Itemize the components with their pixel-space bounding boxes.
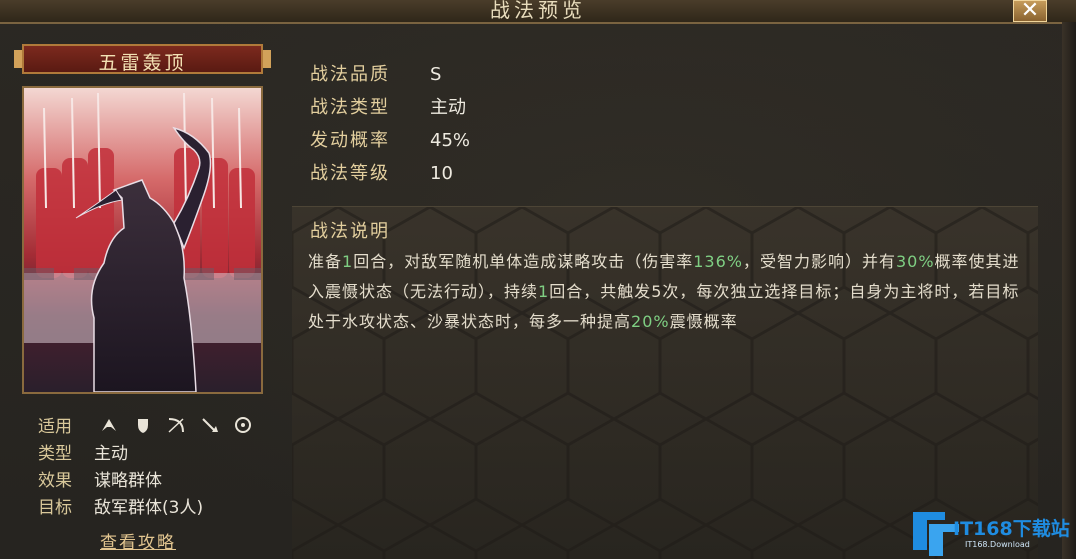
description-text: 准备1回合，对敌军随机单体造成谋略攻击（伤害率136%，受智力影响）并有30%概… <box>308 247 1024 337</box>
description-segment: ，受智力影响）并有 <box>742 252 896 271</box>
watermark-subtext: IT168.Download <box>965 540 1030 549</box>
title-bar: 战法预览 <box>0 0 1076 24</box>
info-label: 适用 <box>38 417 72 437</box>
info-row-applicable: 适用 <box>38 412 261 439</box>
prop-label: 发动概率 <box>310 130 390 151</box>
tactic-name-banner: 五雷轰顶 <box>14 44 271 74</box>
siege-icon <box>233 416 255 434</box>
info-label: 类型 <box>38 444 72 464</box>
prop-quality: 战法品质 S <box>310 60 441 86</box>
info-value: 谋略群体 <box>94 471 162 491</box>
prop-label: 战法品质 <box>310 64 390 85</box>
prop-trigger-rate: 发动概率 45% <box>310 126 470 152</box>
prop-value: 10 <box>430 163 453 184</box>
spear-icon <box>200 416 222 434</box>
description-segment: 回合，对敌军随机单体造成谋略攻击（伤害率 <box>353 252 694 271</box>
panel-edge <box>1062 22 1076 559</box>
description-title: 战法说明 <box>310 221 390 242</box>
info-label: 目标 <box>38 498 72 518</box>
highlight-value: 1 <box>342 252 354 271</box>
highlight-value: 1 <box>538 282 550 301</box>
close-icon[interactable]: ✕ <box>1021 0 1039 23</box>
info-row-target: 目标 敌军群体(3人) <box>38 493 203 518</box>
troop-type-icons <box>99 416 261 439</box>
watermark-text: IT168下载站 <box>953 518 1070 540</box>
shield-icon <box>133 416 155 434</box>
description-segment: 震慑概率 <box>669 312 738 331</box>
tactic-preview-panel: 战法预览 ✕ 五雷轰顶 适用 类型 主动 效果 谋略群体 目标 敌军群体(3人)… <box>0 0 1076 559</box>
info-row-effect: 效果 谋略群体 <box>38 466 162 491</box>
window-title: 战法预览 <box>490 0 586 22</box>
highlight-value: 136% <box>693 252 743 271</box>
info-row-type: 类型 主动 <box>38 439 128 464</box>
tactic-portrait <box>22 86 263 394</box>
description-segment: 准备 <box>308 252 343 271</box>
tactic-name: 五雷轰顶 <box>98 52 187 74</box>
prop-type: 战法类型 主动 <box>310 93 466 119</box>
prop-value: S <box>430 64 442 85</box>
prop-value: 主动 <box>430 97 466 118</box>
info-value: 敌军群体(3人) <box>94 498 204 518</box>
highlight-value: 20% <box>631 312 670 331</box>
close-button[interactable]: ✕ <box>1013 0 1047 22</box>
site-watermark: IT168下载站 IT168.Download <box>905 500 1075 559</box>
prop-label: 战法等级 <box>310 163 390 184</box>
prop-label: 战法类型 <box>310 97 390 118</box>
portrait-illustration <box>24 92 261 392</box>
cavalry-icon <box>99 416 121 434</box>
highlight-value: 30% <box>895 252 935 271</box>
view-guide-link[interactable]: 查看攻略 <box>100 528 176 553</box>
prop-value: 45% <box>430 130 471 151</box>
prop-level: 战法等级 10 <box>310 159 453 185</box>
info-label: 效果 <box>38 471 72 491</box>
bow-icon <box>166 416 188 434</box>
info-value: 主动 <box>94 444 128 464</box>
